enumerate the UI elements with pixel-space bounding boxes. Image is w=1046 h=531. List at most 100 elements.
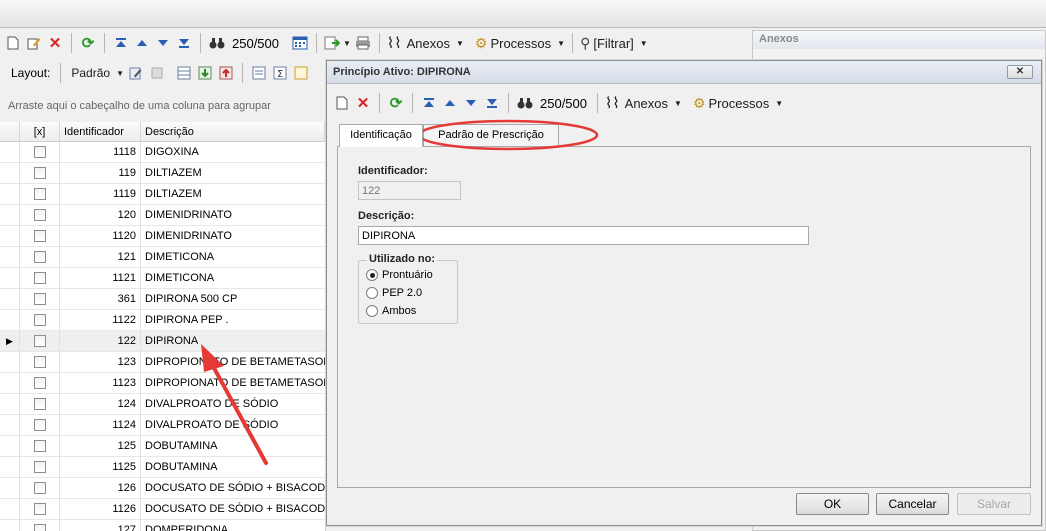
table-row[interactable]: 1118 DIGOXINA xyxy=(0,142,325,163)
first-record-icon[interactable] xyxy=(112,33,130,53)
toolbar-separator xyxy=(71,33,72,53)
row-checkbox[interactable] xyxy=(33,314,46,326)
anexos-label: Anexos xyxy=(406,35,450,51)
radio-button-selected[interactable] xyxy=(366,269,378,281)
table-row[interactable]: 1122 DIPIRONA PEP . xyxy=(0,310,325,331)
delete-icon[interactable]: ✕ xyxy=(46,33,64,53)
row-checkbox[interactable] xyxy=(33,146,46,158)
table-row[interactable]: 361 DIPIRONA 500 CP xyxy=(0,289,325,310)
table-row[interactable]: 1123 DIPROPIONATO DE BETAMETASONA xyxy=(0,373,325,394)
table-row[interactable]: 1125 DOBUTAMINA xyxy=(0,457,325,478)
toolbar-separator xyxy=(597,93,598,113)
row-checkbox[interactable] xyxy=(33,251,46,263)
radio-button[interactable] xyxy=(366,305,378,317)
cell-identificador: 1125 xyxy=(60,457,141,477)
row-indicator xyxy=(0,205,20,225)
row-checkbox[interactable] xyxy=(33,482,46,494)
edit-icon[interactable] xyxy=(25,33,43,53)
summary-icon[interactable]: Σ xyxy=(271,63,289,83)
layout-edit-icon[interactable] xyxy=(127,63,145,83)
toolbar-separator xyxy=(378,33,380,53)
ok-button[interactable]: OK xyxy=(796,493,869,515)
table-row[interactable]: 1120 DIMENIDRINATO xyxy=(0,226,325,247)
row-checkbox[interactable] xyxy=(33,377,46,389)
first-record-icon[interactable] xyxy=(420,93,438,113)
layout-select[interactable]: Padrão ▼ xyxy=(68,63,124,83)
highlight-icon[interactable] xyxy=(292,63,310,83)
table-row[interactable]: ▶ 122 DIPIRONA xyxy=(0,331,325,352)
delete-icon[interactable]: ✕ xyxy=(354,93,372,113)
column-header-identificador[interactable]: Identificador xyxy=(60,122,141,141)
table-row[interactable]: 1121 DIMETICONA xyxy=(0,268,325,289)
chevron-down-icon: ▼ xyxy=(116,68,124,78)
refresh-icon[interactable]: ⟳ xyxy=(79,33,97,53)
tab-padrao-de-prescricao[interactable]: Padrão de Prescrição xyxy=(423,124,559,146)
row-checkbox[interactable] xyxy=(33,398,46,410)
row-checkbox[interactable] xyxy=(33,335,46,347)
processos-menu[interactable]: ⚙ Processos ▼ xyxy=(475,33,565,53)
salvar-button[interactable]: Salvar xyxy=(957,493,1031,515)
table-row[interactable]: 119 DILTIAZEM xyxy=(0,163,325,184)
table-row[interactable]: 123 DIPROPIONATO DE BETAMETASONA xyxy=(0,352,325,373)
radio-button[interactable] xyxy=(366,287,378,299)
last-record-icon[interactable] xyxy=(175,33,193,53)
columns-icon[interactable] xyxy=(175,63,193,83)
export-icon[interactable]: ▼ xyxy=(324,33,351,53)
row-indicator xyxy=(0,310,20,330)
table-row[interactable]: 121 DIMETICONA xyxy=(0,247,325,268)
table-row[interactable]: 125 DOBUTAMINA xyxy=(0,436,325,457)
new-icon[interactable] xyxy=(4,33,22,53)
filtrar-menu[interactable]: ⚲ [Filtrar] ▼ xyxy=(580,33,648,53)
row-checkbox[interactable] xyxy=(33,524,46,531)
row-checkbox[interactable] xyxy=(33,293,46,305)
close-icon[interactable]: ✕ xyxy=(1007,65,1033,79)
row-checkbox-cell xyxy=(20,352,60,372)
last-record-icon[interactable] xyxy=(483,93,501,113)
row-checkbox[interactable] xyxy=(33,503,46,515)
table-row[interactable]: 127 DOMPERIDONA xyxy=(0,520,325,531)
column-header-check[interactable]: [x] xyxy=(20,122,60,141)
row-checkbox[interactable] xyxy=(33,167,46,179)
table-row[interactable]: 124 DIVALPROATO DE SÓDIO xyxy=(0,394,325,415)
table-row[interactable]: 1119 DILTIAZEM xyxy=(0,184,325,205)
layout-copy-icon[interactable] xyxy=(148,63,166,83)
table-row[interactable]: 120 DIMENIDRINATO xyxy=(0,205,325,226)
download-icon[interactable] xyxy=(196,63,214,83)
dialog-title-bar: Princípio Ativo: DIPIRONA ✕ xyxy=(327,61,1041,84)
dialog-processos-menu[interactable]: ⚙ Processos ▼ xyxy=(693,93,783,113)
column-header-descricao[interactable]: Descrição xyxy=(141,122,325,141)
previous-record-icon[interactable] xyxy=(441,93,459,113)
row-checkbox[interactable] xyxy=(33,209,46,221)
refresh-icon[interactable]: ⟳ xyxy=(387,93,405,113)
descricao-field[interactable] xyxy=(358,226,809,245)
table-row[interactable]: 1126 DOCUSATO DE SÓDIO + BISACODIL xyxy=(0,499,325,520)
binoculars-icon[interactable] xyxy=(516,93,534,113)
table-row[interactable]: 126 DOCUSATO DE SÓDIO + BISACODIL xyxy=(0,478,325,499)
row-checkbox[interactable] xyxy=(33,230,46,242)
new-icon[interactable] xyxy=(333,93,351,113)
row-checkbox[interactable] xyxy=(33,272,46,284)
print-icon[interactable] xyxy=(354,33,372,53)
upload-icon[interactable] xyxy=(217,63,235,83)
table-row[interactable]: 1124 DIVALPROATO DE SÓDIO xyxy=(0,415,325,436)
cell-descricao: DIPROPIONATO DE BETAMETASONA xyxy=(145,356,325,368)
tab-identificacao[interactable]: Identificação xyxy=(339,124,423,147)
radio-ambos[interactable]: Ambos xyxy=(366,302,416,320)
row-checkbox[interactable] xyxy=(33,419,46,431)
radio-prontuario[interactable]: Prontuário xyxy=(366,266,433,284)
svg-text:Σ: Σ xyxy=(277,69,283,80)
cancelar-button[interactable]: Cancelar xyxy=(876,493,949,515)
row-checkbox[interactable] xyxy=(33,356,46,368)
calendar-grid-icon[interactable] xyxy=(291,33,309,53)
row-checkbox[interactable] xyxy=(33,461,46,473)
row-checkbox[interactable] xyxy=(33,440,46,452)
radio-pep[interactable]: PEP 2.0 xyxy=(366,284,422,302)
next-record-icon[interactable] xyxy=(154,33,172,53)
anexos-menu[interactable]: ⌇⌇ Anexos ▼ xyxy=(387,33,464,53)
grid-settings-icon[interactable] xyxy=(250,63,268,83)
previous-record-icon[interactable] xyxy=(133,33,151,53)
binoculars-icon[interactable] xyxy=(208,33,226,53)
dialog-anexos-menu[interactable]: ⌇⌇ Anexos ▼ xyxy=(605,93,682,113)
next-record-icon[interactable] xyxy=(462,93,480,113)
row-checkbox[interactable] xyxy=(33,188,46,200)
